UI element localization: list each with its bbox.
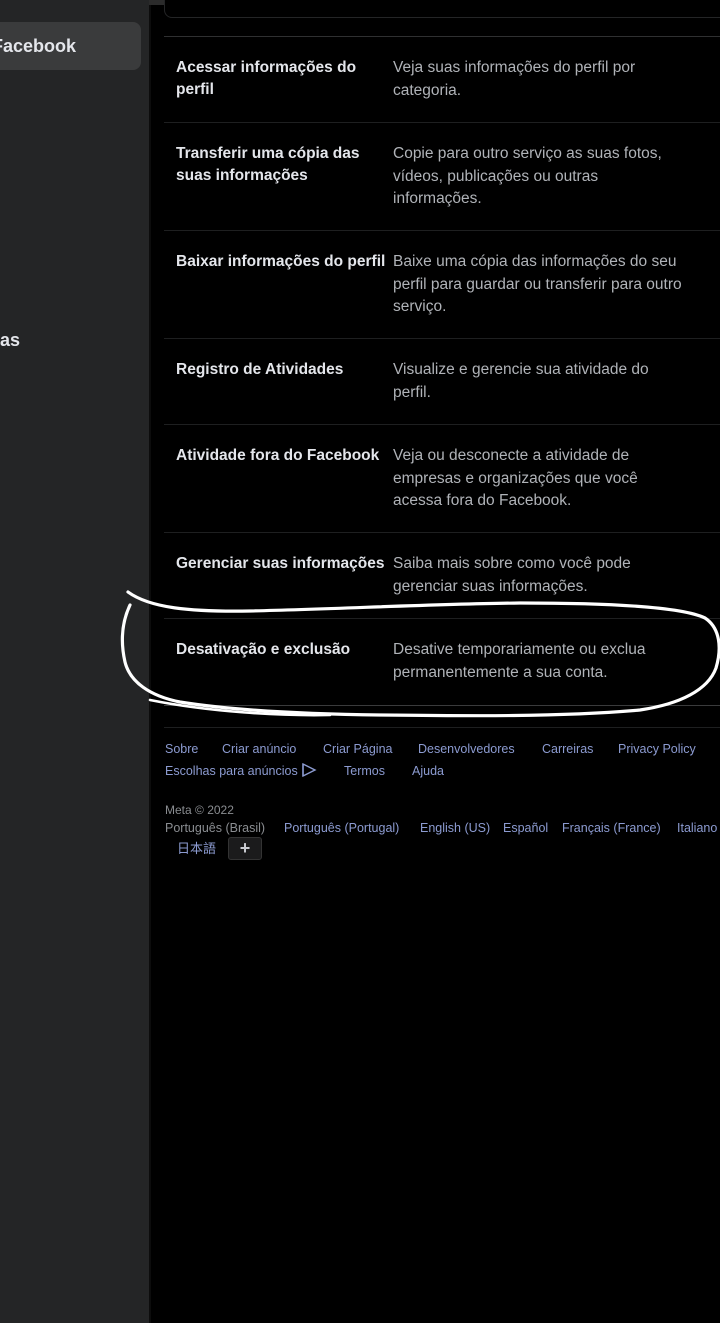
language-fr[interactable]: Français (France) [562, 819, 661, 837]
row-divider [164, 338, 720, 339]
setting-title: Gerenciar suas informações [176, 555, 385, 572]
footer-link-ajuda[interactable]: Ajuda [412, 760, 444, 782]
setting-title: Desativação e exclusão [176, 641, 351, 658]
page: Facebook Contas Acessar informações do p… [0, 0, 720, 1323]
row-divider [164, 230, 720, 231]
previous-card [164, 0, 720, 18]
setting-title: Atividade fora do Facebook [176, 447, 380, 464]
current-language: Português (Brasil) [165, 821, 266, 835]
language-en-us[interactable]: English (US) [420, 819, 490, 837]
sidebar-item-label: Facebook [0, 35, 77, 56]
footer-link-carreiras[interactable]: Carreiras [542, 738, 593, 760]
adchoices-icon [302, 762, 317, 778]
sidebar: Facebook Contas [0, 0, 149, 1323]
footer-link-sobre[interactable]: Sobre [165, 738, 198, 760]
setting-description: Saiba mais sobre como você pode gerencia… [393, 555, 631, 595]
footer-link-termos[interactable]: Termos [344, 760, 385, 782]
setting-row-access-profile[interactable]: Acessar informações do perfil Veja suas … [164, 57, 720, 121]
setting-description: Visualize e gerencie sua atividade do pe… [393, 361, 649, 401]
setting-description: Baixe uma cópia das informações do seu p… [393, 253, 682, 315]
setting-description: Desative temporariamente ou exclua perma… [393, 641, 646, 681]
language-list: Português (Brasil) Português (Portugal) … [165, 819, 720, 837]
setting-row-deactivation-deletion[interactable]: Desativação e exclusão Desative temporar… [164, 639, 720, 703]
footer-link-criar-anuncio[interactable]: Criar anúncio [222, 738, 296, 760]
setting-title: Acessar informações do perfil [176, 59, 357, 98]
setting-row-transfer-copy[interactable]: Transferir uma cópia das suas informaçõe… [164, 143, 720, 229]
sidebar-item-label: Contas [0, 330, 20, 350]
setting-description: Veja suas informações do perfil por cate… [393, 59, 636, 99]
footer-links: Sobre Criar anúncio Criar Página Desenvo… [165, 738, 720, 782]
setting-row-off-facebook-activity[interactable]: Atividade fora do Facebook Veja ou desco… [164, 445, 720, 531]
setting-description: Copie para outro serviço as suas fotos, … [393, 145, 662, 207]
copyright: Meta © 2022 [165, 803, 234, 817]
footer-link-desenvolvedores[interactable]: Desenvolvedores [418, 738, 515, 760]
setting-description: Veja ou desconecte a atividade de empres… [393, 447, 638, 509]
language-es[interactable]: Español [503, 819, 548, 837]
setting-title: Registro de Atividades [176, 361, 344, 378]
setting-title: Baixar informações do perfil [176, 253, 386, 270]
row-divider [164, 532, 720, 533]
footer-link-criar-pagina[interactable]: Criar Página [323, 738, 392, 760]
sidebar-item-facebook[interactable]: Facebook [0, 22, 141, 70]
sidebar-divider [149, 0, 151, 1323]
row-divider [164, 618, 720, 619]
setting-row-download-info[interactable]: Baixar informações do perfil Baixe uma c… [164, 251, 720, 337]
footer-link-label: Escolhas para anúncios [165, 764, 298, 778]
more-languages-button[interactable]: + [228, 837, 262, 860]
setting-row-activity-log[interactable]: Registro de Atividades Visualize e geren… [164, 359, 720, 423]
row-divider [164, 424, 720, 425]
card-bottom-divider [164, 705, 720, 706]
footer-link-privacy-policy[interactable]: Privacy Policy [618, 738, 696, 760]
row-divider [164, 122, 720, 123]
language-ja[interactable]: 日本語 [177, 838, 216, 857]
footer-link-escolhas-anuncios[interactable]: Escolhas para anúncios [165, 760, 317, 782]
card-top-divider [164, 36, 720, 37]
sidebar-item-contas[interactable]: Contas [0, 330, 20, 356]
language-pt-pt[interactable]: Português (Portugal) [284, 819, 399, 837]
language-it[interactable]: Italiano [677, 819, 717, 837]
setting-row-manage-info[interactable]: Gerenciar suas informações Saiba mais so… [164, 553, 720, 617]
setting-title: Transferir uma cópia das suas informaçõe… [176, 145, 360, 184]
footer-divider [164, 727, 720, 728]
